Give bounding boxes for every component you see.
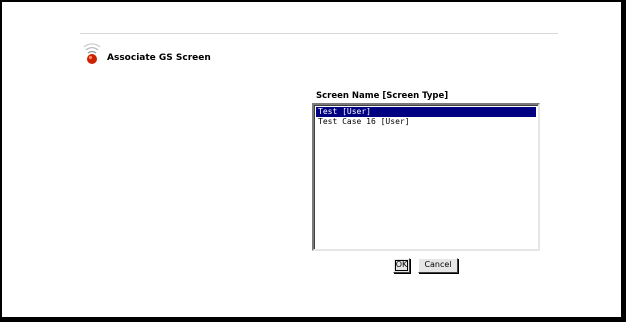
broadcast-logo-icon xyxy=(83,43,101,64)
list-option-test[interactable]: Test [User] xyxy=(316,107,536,117)
list-option-test-case-16[interactable]: Test Case 16 [User] xyxy=(316,117,536,127)
cancel-button[interactable]: Cancel xyxy=(418,258,458,273)
header-divider xyxy=(80,33,558,34)
screen-listbox[interactable]: Test [User] Test Case 16 [User] xyxy=(312,103,540,251)
screen-list-header: Screen Name [Screen Type] xyxy=(316,91,449,101)
page-frame: Associate GS Screen Screen Name [Screen … xyxy=(0,0,626,322)
ok-button[interactable]: OK xyxy=(393,258,410,273)
page-title: Associate GS Screen xyxy=(107,53,211,63)
